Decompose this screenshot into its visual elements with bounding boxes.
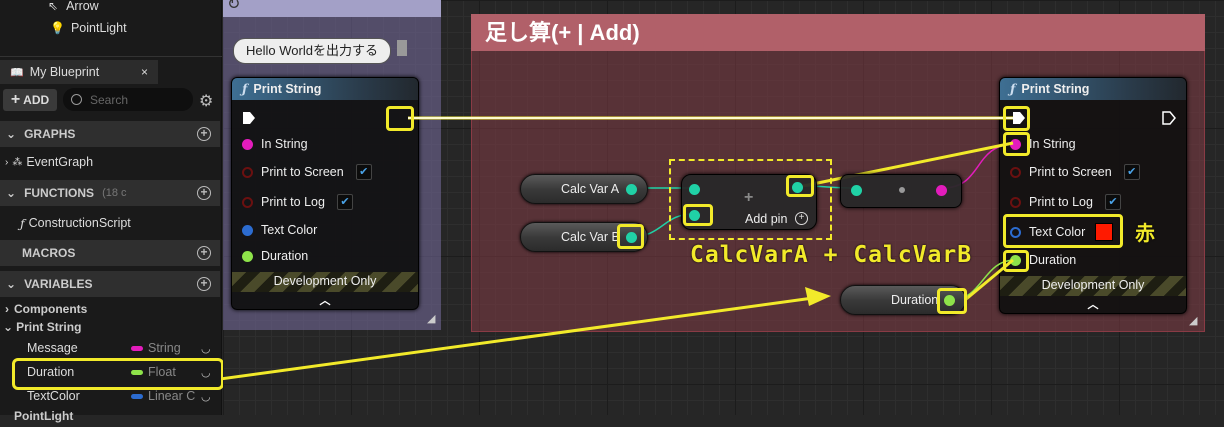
eye-icon[interactable]: ◡ <box>201 342 211 355</box>
event-graph-canvas[interactable]: ↻ Hello Worldを出力する 足し算(+ | Add) ƒ Print S… <box>223 0 1224 415</box>
divider <box>0 56 222 57</box>
highlight-text-color <box>1003 214 1123 248</box>
int-pin-icon[interactable] <box>851 185 862 196</box>
variable-type: String <box>148 341 181 355</box>
string-type-icon <box>131 345 143 351</box>
chevron-down-icon: ⌄ <box>6 186 17 200</box>
function-icon: ƒ <box>20 215 25 231</box>
graph-item-label: EventGraph <box>26 155 94 169</box>
chevron-down-icon: ⌄ <box>3 320 14 334</box>
get-calc-var-a[interactable]: Calc Var A <box>520 174 648 204</box>
annotation-sum: CalcVarA + CalcVarB <box>690 242 973 268</box>
getter-label: Calc Var B <box>561 230 620 244</box>
search-icon <box>71 94 82 105</box>
chevron-down-icon: ⌄ <box>6 127 17 141</box>
highlight-calc-b-pin <box>617 224 644 249</box>
add-button[interactable]: + ADD <box>3 89 57 111</box>
add-variable-icon[interactable]: + <box>197 277 211 291</box>
tab-label: My Blueprint <box>29 65 100 79</box>
section-macros[interactable]: MACROS + <box>0 240 220 266</box>
highlight-duration-variable <box>12 358 224 390</box>
highlight-exec-out <box>386 106 414 131</box>
dot-icon <box>899 187 905 193</box>
add-graph-icon[interactable]: + <box>197 127 211 141</box>
section-label: MACROS <box>22 246 76 260</box>
chevron-down-icon: ⌄ <box>6 277 17 291</box>
highlight-exec-in <box>1003 106 1030 131</box>
getter-label: Calc Var A <box>561 182 620 196</box>
variable-name: Message <box>27 341 78 355</box>
int-pin-icon[interactable] <box>626 183 638 195</box>
tree-item-label: PointLight <box>70 21 127 35</box>
resize-handle-icon[interactable]: ◢ <box>1189 314 1197 327</box>
add-macro-icon[interactable]: + <box>197 246 211 260</box>
linear-color-type-icon <box>131 393 143 399</box>
highlight-duration-pin <box>1003 250 1029 272</box>
category-label: PointLight <box>14 409 74 423</box>
category-pointlight[interactable]: PointLight <box>0 405 222 427</box>
tree-item-arrow[interactable]: ⇖ Arrow <box>0 0 222 17</box>
lightbulb-icon: 💡 <box>50 21 65 35</box>
section-label: FUNCTIONS <box>24 186 95 200</box>
add-function-icon[interactable]: + <box>197 186 211 200</box>
plus-icon: + <box>10 91 21 108</box>
section-label: GRAPHS <box>24 127 76 141</box>
book-icon: 📖 <box>10 66 24 79</box>
section-label: VARIABLES <box>24 277 93 291</box>
resize-handle-icon[interactable]: ◢ <box>427 312 435 325</box>
search-placeholder: Search <box>90 92 129 107</box>
close-icon[interactable]: × <box>141 65 148 79</box>
variable-type: Linear C <box>148 389 196 403</box>
string-pin-icon[interactable] <box>936 185 947 196</box>
section-functions[interactable]: ⌄ FUNCTIONS (18 c + <box>0 180 220 206</box>
reroute-node[interactable] <box>840 174 962 208</box>
arrow-icon: ⇖ <box>48 0 59 13</box>
highlight-in-string <box>1003 132 1030 156</box>
variable-name: TextColor <box>27 389 80 403</box>
highlight-duration-getter-pin <box>937 288 967 314</box>
tree-item-pointlight[interactable]: 💡 PointLight <box>0 17 222 39</box>
tree-item-label: Arrow <box>66 0 99 13</box>
functions-count: (18 c <box>102 187 127 199</box>
graph-icon: ⁂ <box>12 156 23 168</box>
search-input[interactable]: Search <box>63 88 193 111</box>
category-print-string[interactable]: ⌄ Print String <box>0 316 222 338</box>
function-item-constructionscript[interactable]: ƒ ConstructionScript <box>0 212 222 234</box>
category-label: Print String <box>16 320 82 334</box>
category-label: Components <box>14 302 88 316</box>
tab-my-blueprint[interactable]: 📖 My Blueprint × <box>0 60 158 84</box>
variable-message[interactable]: Message String ◡ <box>0 337 222 359</box>
section-graphs[interactable]: ⌄ GRAPHS + <box>0 121 220 147</box>
eye-icon[interactable]: ◡ <box>201 390 211 403</box>
function-item-label: ConstructionScript <box>28 216 131 230</box>
gear-icon[interactable]: ⚙ <box>199 91 213 111</box>
my-blueprint-panel: ⇖ Arrow 💡 PointLight 📖 My Blueprint × + … <box>0 0 224 423</box>
getter-label: Duration <box>891 293 939 307</box>
annotation-red: 赤 <box>1135 223 1155 245</box>
highlight-add-node <box>669 159 832 240</box>
add-label: ADD <box>23 93 50 107</box>
chevron-right-icon: › <box>5 156 9 168</box>
graph-item-eventgraph[interactable]: › ⁂ EventGraph <box>0 151 222 173</box>
chevron-right-icon: › <box>5 302 9 316</box>
section-variables[interactable]: ⌄ VARIABLES + <box>0 271 220 297</box>
